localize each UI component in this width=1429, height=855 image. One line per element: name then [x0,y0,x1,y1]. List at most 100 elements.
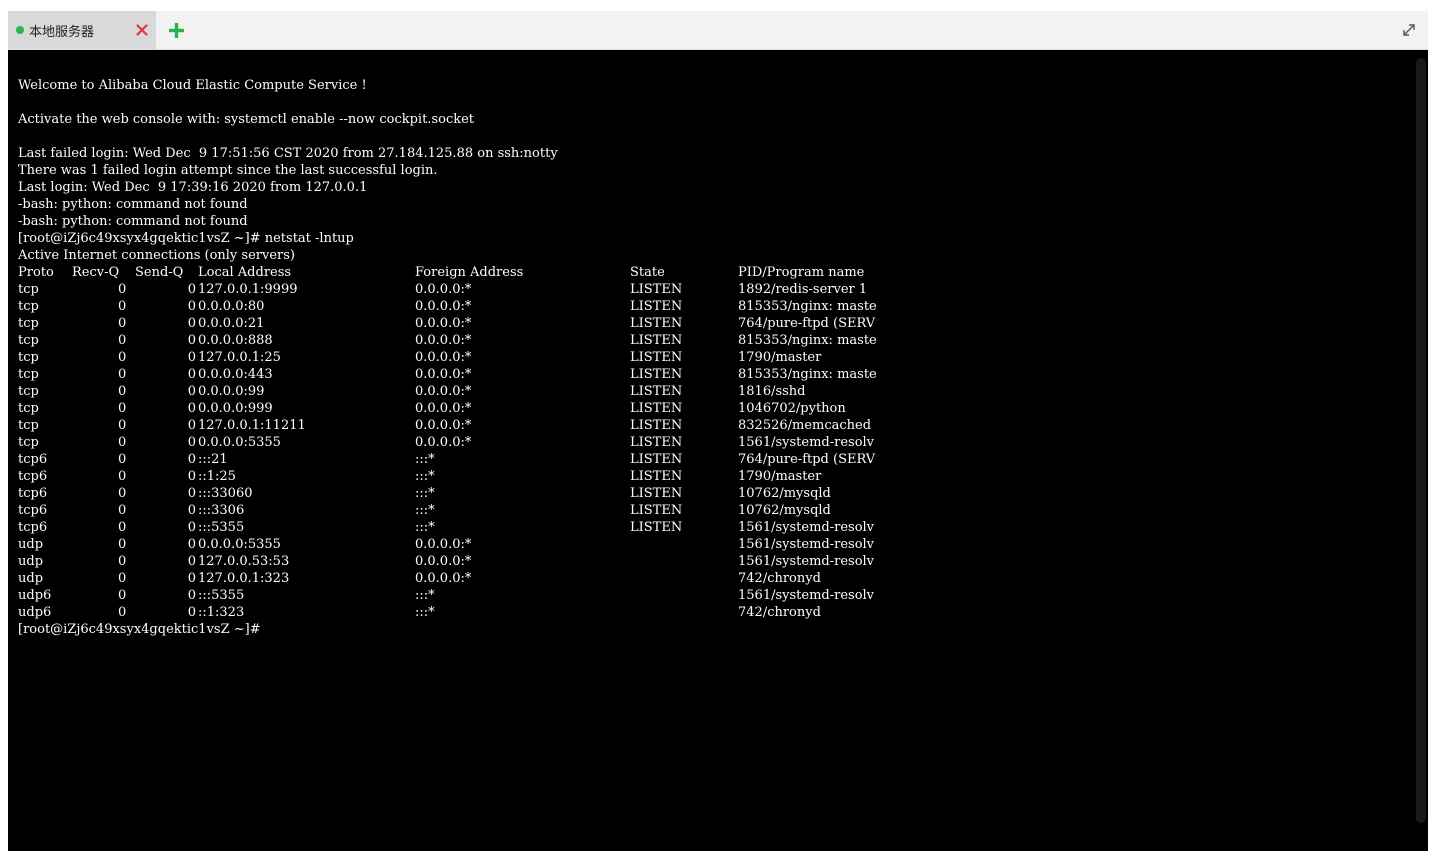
cell-local: 0.0.0.0:99 [198,384,265,399]
cell-proto: tcp [18,367,39,382]
cell-local: :::3306 [198,503,245,518]
terminal-line: -bash: python: command not found [18,197,248,212]
cell-foreign: 0.0.0.0:* [415,299,472,314]
cell-foreign: 0.0.0.0:* [415,350,472,365]
cell-sendq: 0 [187,469,196,484]
cell-state: LISTEN [630,282,683,297]
cell-state: LISTEN [630,486,683,501]
cell-pid: 742/chronyd [738,571,821,586]
cell-proto: Proto [18,265,54,280]
cell-sendq: 0 [187,605,196,620]
cell-state: LISTEN [630,452,683,467]
cell-local: :::5355 [198,588,245,603]
cell-recvq: 0 [118,333,127,348]
cell-local: 127.0.0.1:11211 [198,418,306,433]
close-icon[interactable] [132,20,152,40]
cell-foreign: 0.0.0.0:* [415,316,472,331]
cell-proto: tcp [18,384,39,399]
tab-local-server[interactable]: 本地服务器 [8,11,156,49]
cell-foreign: 0.0.0.0:* [415,418,472,433]
cell-sendq: 0 [187,588,196,603]
cell-recvq: 0 [118,469,127,484]
cell-local: 0.0.0.0:5355 [198,537,281,552]
netstat-row: tcp6 0 0::1:25:::* LISTEN 1790/master [18,468,1018,485]
expand-icon[interactable] [1400,21,1418,39]
cell-pid: 1046702/python [738,401,846,416]
cell-foreign: :::* [415,588,435,603]
terminal-output[interactable]: Welcome to Alibaba Cloud Elastic Compute… [8,50,1412,851]
terminal-line: Welcome to Alibaba Cloud Elastic Compute… [18,78,367,93]
cell-recvq: 0 [118,520,127,535]
cell-recvq: 0 [118,367,127,382]
cell-state: LISTEN [630,299,683,314]
cell-pid: 815353/nginx: maste [738,299,877,314]
cell-foreign: :::* [415,605,435,620]
cell-recvq: 0 [118,384,127,399]
cell-state: LISTEN [630,350,683,365]
cell-sendq: Send-Q [135,265,184,280]
cell-sendq: 0 [187,486,196,501]
netstat-row: tcp6 0 0:::3306:::* LISTEN 10762/mysqld [18,502,1018,519]
netstat-row: tcp 0 0 0.0.0.0:99 0.0.0.0:* LISTEN 1816/sshd [18,383,1018,400]
cell-proto: tcp6 [18,469,48,484]
cell-pid: PID/Program name [738,265,865,280]
cell-local: ::1:323 [198,605,245,620]
netstat-row: tcp 0 0 127.0.0.1:25 0.0.0.0:* LISTEN 1790/mas… [18,349,1018,366]
cell-recvq: 0 [118,605,127,620]
cell-local: 127.0.0.1:25 [198,350,281,365]
cell-pid: 764/pure-ftpd (SERV [738,452,876,467]
scrollbar-thumb[interactable] [1416,58,1426,823]
cell-local: 0.0.0.0:888 [198,333,273,348]
netstat-row: tcp6 0 0:::33060:::* LISTEN 10762/mysqld [18,485,1018,502]
cell-local: 0.0.0.0:21 [198,316,265,331]
cell-state: LISTEN [630,435,683,450]
cell-sendq: 0 [187,384,196,399]
cell-recvq: 0 [118,486,127,501]
cell-pid: 1816/sshd [738,384,806,399]
netstat-row: tcp 0 0 0.0.0.0:888 0.0.0.0:* LISTEN 815353/ng… [18,332,1018,349]
cell-recvq: 0 [118,588,127,603]
cell-pid: 1561/systemd-resolv [738,435,875,450]
cell-sendq: 0 [187,367,196,382]
plus-icon[interactable] [166,20,186,40]
cell-sendq: 0 [187,520,196,535]
cell-local: 0.0.0.0:999 [198,401,273,416]
terminal-line: -bash: python: command not found [18,214,248,229]
cell-foreign: 0.0.0.0:* [415,367,472,382]
cell-foreign: 0.0.0.0:* [415,435,472,450]
cell-local: 0.0.0.0:5355 [198,435,281,450]
cell-sendq: 0 [187,554,196,569]
cell-sendq: 0 [187,435,196,450]
cell-state: State [630,265,665,280]
cell-proto: tcp [18,316,39,331]
cell-sendq: 0 [187,299,196,314]
cell-proto: tcp [18,282,39,297]
cell-local: :::5355 [198,520,245,535]
scrollbar[interactable] [1416,58,1426,823]
cell-state: LISTEN [630,503,683,518]
cell-recvq: 0 [118,418,127,433]
cell-sendq: 0 [187,282,196,297]
cell-proto: udp [18,537,44,552]
cell-proto: tcp [18,350,39,365]
cell-state: LISTEN [630,520,683,535]
cell-sendq: 0 [187,452,196,467]
cell-state: LISTEN [630,316,683,331]
cell-local: Local Address [198,265,292,280]
cell-sendq: 0 [187,418,196,433]
cell-local: 0.0.0.0:443 [198,367,273,382]
cell-state: LISTEN [630,401,683,416]
cell-recvq: 0 [118,571,127,586]
cell-recvq: 0 [118,350,127,365]
cell-pid: 1561/systemd-resolv [738,554,875,569]
cell-pid: 1892/redis-server 1 [738,282,868,297]
cell-proto: tcp [18,435,39,450]
cell-state: LISTEN [630,384,683,399]
cell-pid: 742/chronyd [738,605,821,620]
cell-recvq: 0 [118,299,127,314]
cell-recvq: 0 [118,537,127,552]
cell-local: :::21 [198,452,228,467]
cell-proto: udp [18,571,44,586]
netstat-row: udp 0 0 127.0.0.53:53 0.0.0.0:* 1561/systemd-… [18,553,1018,570]
cell-local: 0.0.0.0:80 [198,299,265,314]
